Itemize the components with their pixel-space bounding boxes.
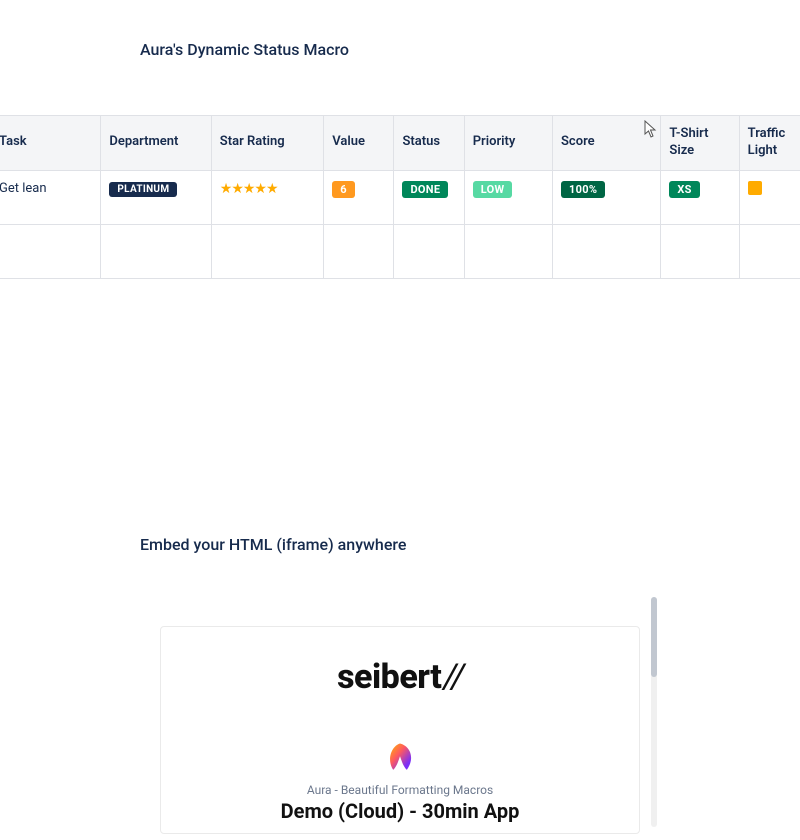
col-header-department: Department xyxy=(101,116,211,171)
section-title-status-macro: Aura's Dynamic Status Macro xyxy=(0,0,800,59)
col-header-star-rating: Star Rating xyxy=(211,116,323,171)
cell-star-rating xyxy=(211,224,323,278)
aura-logo-icon xyxy=(383,741,417,775)
badge-value: 6 xyxy=(332,181,355,198)
badge-priority: LOW xyxy=(473,181,513,198)
cell-score: 100% xyxy=(553,170,661,224)
card-demo-title: Demo (Cloud) - 30min App xyxy=(181,799,619,823)
badge-score: 100% xyxy=(561,181,605,198)
col-header-priority: Priority xyxy=(464,116,552,171)
stars-icon: ★★★★★ xyxy=(220,181,278,197)
badge-department: PLATINUM xyxy=(109,182,177,197)
brand-slash: // xyxy=(443,657,463,697)
table-header-row: Task Department Star Rating Value Status… xyxy=(0,116,800,171)
cell-task xyxy=(0,224,101,278)
status-table: Task Department Star Rating Value Status… xyxy=(0,115,800,279)
col-header-score: Score xyxy=(553,116,661,171)
cell-priority xyxy=(464,224,552,278)
cell-status: DONE xyxy=(394,170,464,224)
cell-tshirt-size xyxy=(661,224,739,278)
col-header-value: Value xyxy=(324,116,394,171)
cell-task: Get lean xyxy=(0,170,101,224)
iframe-preview-card: seibert// Aura - Beautiful Formatting Ma… xyxy=(160,626,640,834)
cell-value: 6 xyxy=(324,170,394,224)
col-header-traffic-light: Traffic Light xyxy=(739,116,800,171)
scrollbar-track[interactable] xyxy=(651,597,657,827)
traffic-light-icon xyxy=(748,181,762,195)
cell-department xyxy=(101,224,211,278)
table-row xyxy=(0,224,800,278)
brand-logo-text: seibert// xyxy=(181,657,619,697)
cell-traffic-light xyxy=(739,224,800,278)
cell-department: PLATINUM xyxy=(101,170,211,224)
badge-size: XS xyxy=(669,181,699,198)
col-header-status: Status xyxy=(394,116,464,171)
status-table-container: Task Department Star Rating Value Status… xyxy=(0,115,800,279)
brand-main: seibert xyxy=(337,657,441,697)
cell-priority: LOW xyxy=(464,170,552,224)
card-subtitle: Aura - Beautiful Formatting Macros xyxy=(181,783,619,797)
cell-value xyxy=(324,224,394,278)
cell-tshirt-size: XS xyxy=(661,170,739,224)
cell-star-rating: ★★★★★ xyxy=(211,170,323,224)
badge-status: DONE xyxy=(402,181,448,198)
col-header-task: Task xyxy=(0,116,101,171)
table-row: Get lean PLATINUM ★★★★★ 6 DONE LOW 100% xyxy=(0,170,800,224)
scrollbar-thumb[interactable] xyxy=(651,597,657,677)
cell-traffic-light xyxy=(739,170,800,224)
cell-status xyxy=(394,224,464,278)
section-title-embed-html: Embed your HTML (iframe) anywhere xyxy=(0,279,800,554)
cell-score xyxy=(553,224,661,278)
col-header-tshirt-size: T-Shirt Size xyxy=(661,116,739,171)
